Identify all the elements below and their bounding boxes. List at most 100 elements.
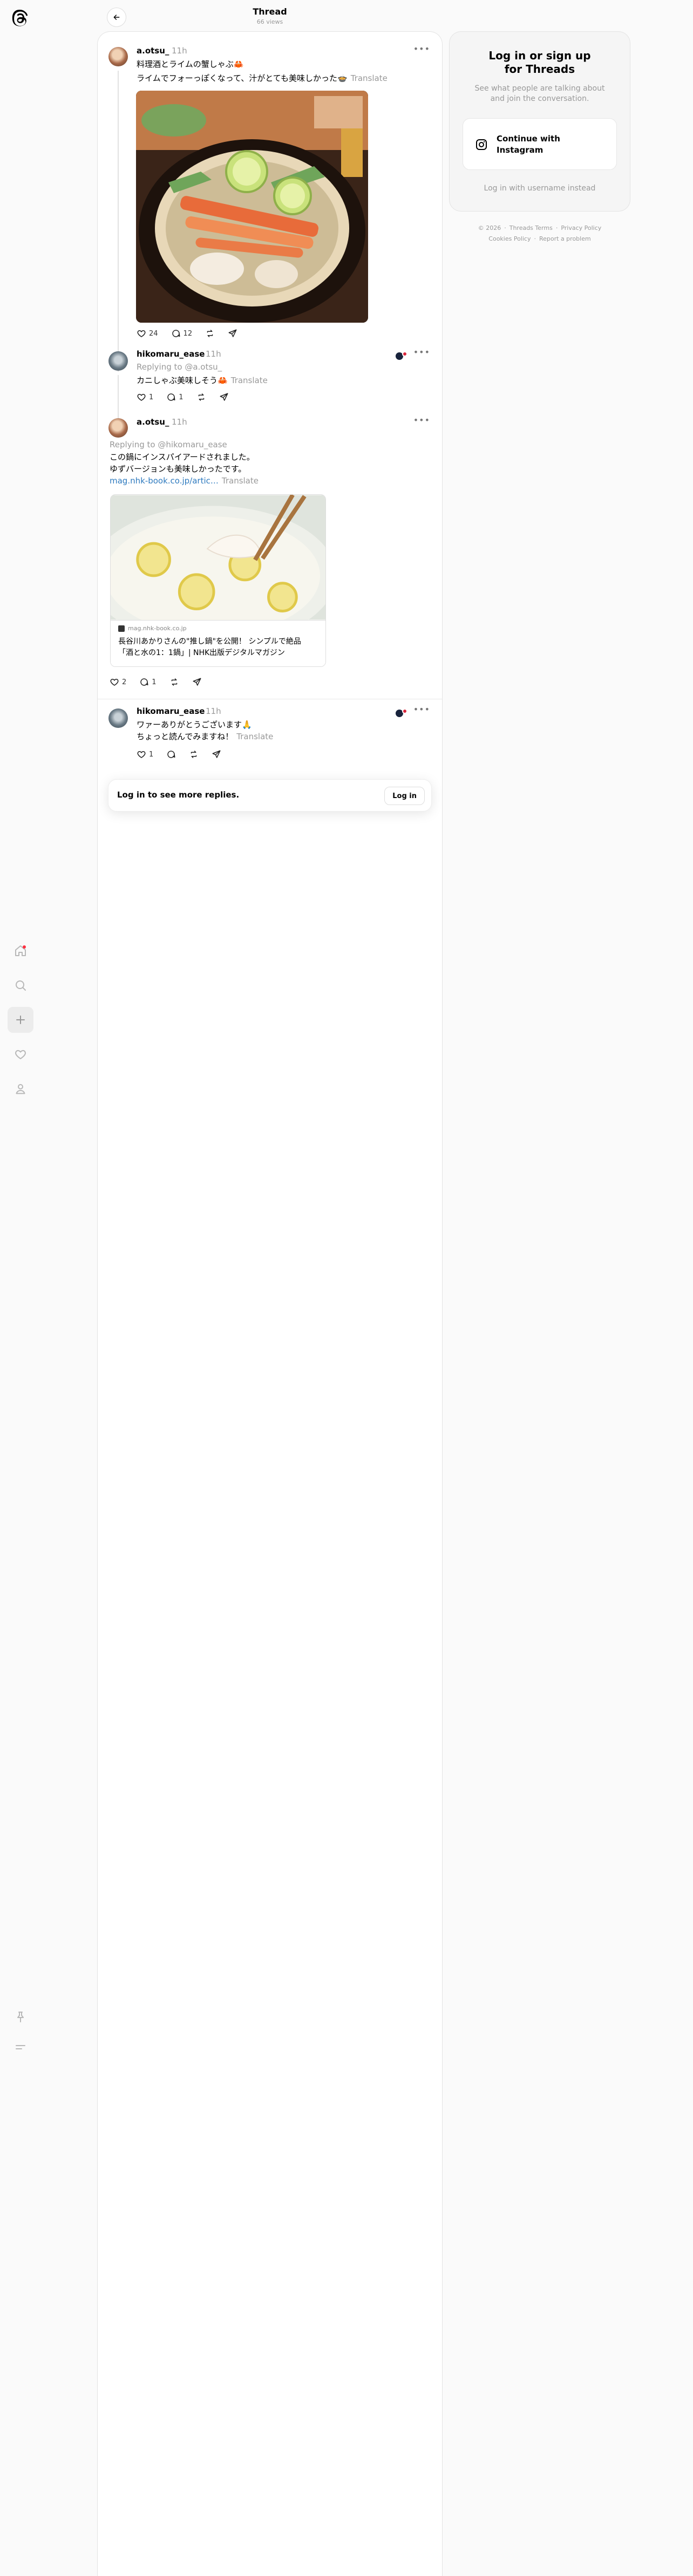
repost-button[interactable] bbox=[189, 749, 199, 759]
footer-report-link[interactable]: Report a problem bbox=[531, 235, 590, 242]
post-link[interactable]: mag.nhk-book.co.jp/artic… bbox=[110, 476, 219, 486]
share-button[interactable] bbox=[219, 392, 229, 402]
like-button[interactable]: 24 bbox=[137, 329, 158, 338]
panel-subtitle-line: See what people are talking about bbox=[474, 84, 605, 93]
post-username[interactable]: hikomaru_ease bbox=[137, 706, 205, 716]
create-icon bbox=[16, 1016, 25, 1024]
reply-button[interactable]: 1 bbox=[139, 677, 157, 687]
like-button[interactable]: 1 bbox=[137, 392, 153, 402]
thread-connector bbox=[118, 71, 119, 372]
repost-button[interactable] bbox=[196, 392, 206, 402]
repost-button[interactable] bbox=[169, 677, 179, 687]
panel-title-line: Log in or sign up bbox=[488, 49, 591, 62]
profile-icon bbox=[16, 1084, 25, 1094]
footer-terms-link[interactable]: Threads Terms bbox=[501, 224, 553, 231]
post-text-line: ワァーありがとうございます🙏 bbox=[137, 720, 252, 730]
post-text: ライムでフォーっぽくなって、汁がとても美味しかった🍲 bbox=[137, 73, 348, 83]
avatar[interactable] bbox=[108, 708, 128, 728]
more-icon[interactable]: ••• bbox=[413, 44, 430, 54]
continue-with-instagram-button[interactable]: Continue with Instagram bbox=[463, 118, 617, 170]
more-icon[interactable]: ••• bbox=[413, 415, 430, 425]
post-actions: 1 bbox=[137, 749, 221, 759]
menu-icon bbox=[16, 2045, 25, 2049]
username-login-link[interactable]: Log in with username instead bbox=[450, 184, 630, 193]
share-icon bbox=[212, 750, 221, 758]
footer-cookies-link[interactable]: Cookies Policy bbox=[488, 235, 531, 242]
panel-subtitle-line: and join the conversation. bbox=[490, 94, 589, 103]
comment-icon bbox=[167, 751, 175, 758]
nav-activity[interactable] bbox=[8, 1041, 33, 1067]
footer-copyright: © 2026 bbox=[478, 224, 501, 231]
replying-to[interactable]: Replying to @hikomaru_ease bbox=[110, 440, 227, 449]
post-actions: 1 1 bbox=[137, 392, 229, 402]
link-preview-card[interactable]: mag.nhk-book.co.jp 長谷川あかりさんの"推し鍋"を公開！ シン… bbox=[110, 494, 326, 667]
share-icon bbox=[193, 678, 201, 686]
footer-links-row: © 2026Threads TermsPrivacy Policy bbox=[449, 224, 630, 231]
more-icon[interactable]: ••• bbox=[413, 347, 430, 357]
nav-menu[interactable] bbox=[8, 2034, 33, 2060]
repost-button[interactable] bbox=[205, 329, 215, 338]
share-icon bbox=[228, 329, 237, 337]
footer-privacy-link[interactable]: Privacy Policy bbox=[553, 224, 601, 231]
reply-button[interactable]: 12 bbox=[171, 329, 193, 338]
more-icon[interactable]: ••• bbox=[413, 704, 430, 714]
post-text-line: ちょっと読んでみますね！ Translate bbox=[137, 731, 273, 742]
reply-count: 1 bbox=[179, 393, 184, 401]
post-time: 11h bbox=[206, 349, 221, 359]
heart-icon bbox=[137, 393, 146, 401]
like-count: 24 bbox=[149, 329, 158, 338]
like-count: 2 bbox=[122, 678, 127, 686]
instagram-icon bbox=[476, 139, 487, 150]
translate-link[interactable]: Translate bbox=[222, 476, 259, 486]
post-text-line: カニしゃぶ美味しそう🦀 Translate bbox=[137, 375, 268, 386]
post-username[interactable]: a.otsu_ bbox=[137, 417, 169, 427]
threads-logo-icon[interactable] bbox=[10, 8, 31, 29]
post-username[interactable]: a.otsu_ bbox=[137, 46, 169, 56]
translate-link[interactable]: Translate bbox=[236, 732, 273, 741]
nav-home[interactable] bbox=[8, 938, 33, 964]
translate-link[interactable]: Translate bbox=[351, 73, 388, 83]
nav-create[interactable] bbox=[8, 1007, 33, 1033]
nav-search[interactable] bbox=[8, 972, 33, 998]
search-icon bbox=[16, 980, 26, 991]
post-image-crab-hotpot[interactable] bbox=[136, 91, 368, 323]
share-icon bbox=[220, 393, 228, 401]
heart-icon bbox=[110, 678, 119, 686]
login-signup-panel: Log in or sign up for Threads See what p… bbox=[449, 31, 630, 212]
translate-link[interactable]: Translate bbox=[231, 376, 268, 385]
nav-profile[interactable] bbox=[8, 1076, 33, 1102]
share-button[interactable] bbox=[228, 329, 237, 338]
avatar[interactable] bbox=[108, 418, 128, 438]
like-button[interactable]: 2 bbox=[110, 677, 126, 687]
avatar[interactable] bbox=[108, 47, 128, 66]
nav-pin[interactable] bbox=[8, 2004, 33, 2030]
page-title: Thread bbox=[253, 6, 287, 17]
repost-icon bbox=[191, 751, 197, 758]
instagram-label-line: Continue with bbox=[497, 134, 560, 144]
heart-icon bbox=[137, 751, 146, 758]
avatar[interactable] bbox=[108, 351, 128, 371]
see-more-replies-text: Log in to see more replies. bbox=[117, 790, 240, 800]
thread-column: a.otsu_ 11h ••• 料理酒とライムの蟹しゃぶ🦀 ライムでフォーっぽく… bbox=[97, 31, 443, 2576]
reply-button[interactable] bbox=[166, 749, 176, 759]
link-title-line: 「酒と水の1：1鍋」| NHK出版デジタルマガジン bbox=[118, 649, 285, 657]
post-text-line: ゆずバージョンも美味しかったです。 bbox=[110, 464, 247, 474]
panel-title-line: for Threads bbox=[504, 63, 575, 76]
pin-icon bbox=[17, 2012, 24, 2022]
replying-to[interactable]: Replying to @a.otsu_ bbox=[137, 362, 222, 372]
repost-icon bbox=[171, 678, 177, 686]
like-button[interactable]: 1 bbox=[137, 749, 153, 759]
panel-title: Log in or sign up for Threads bbox=[450, 49, 630, 76]
login-button[interactable]: Log in bbox=[384, 787, 425, 805]
link-preview-image bbox=[111, 495, 325, 646]
reply-count: 12 bbox=[183, 329, 193, 338]
share-button[interactable] bbox=[192, 677, 202, 687]
heart-icon bbox=[137, 330, 146, 337]
comment-icon bbox=[140, 678, 148, 686]
post-username[interactable]: hikomaru_ease bbox=[137, 349, 205, 359]
footer-links-row: Cookies PolicyReport a problem bbox=[449, 235, 630, 242]
reply-button[interactable]: 1 bbox=[166, 392, 184, 402]
share-button[interactable] bbox=[212, 749, 221, 759]
left-nav-rail bbox=[0, 0, 41, 2576]
repost-icon bbox=[198, 393, 204, 401]
